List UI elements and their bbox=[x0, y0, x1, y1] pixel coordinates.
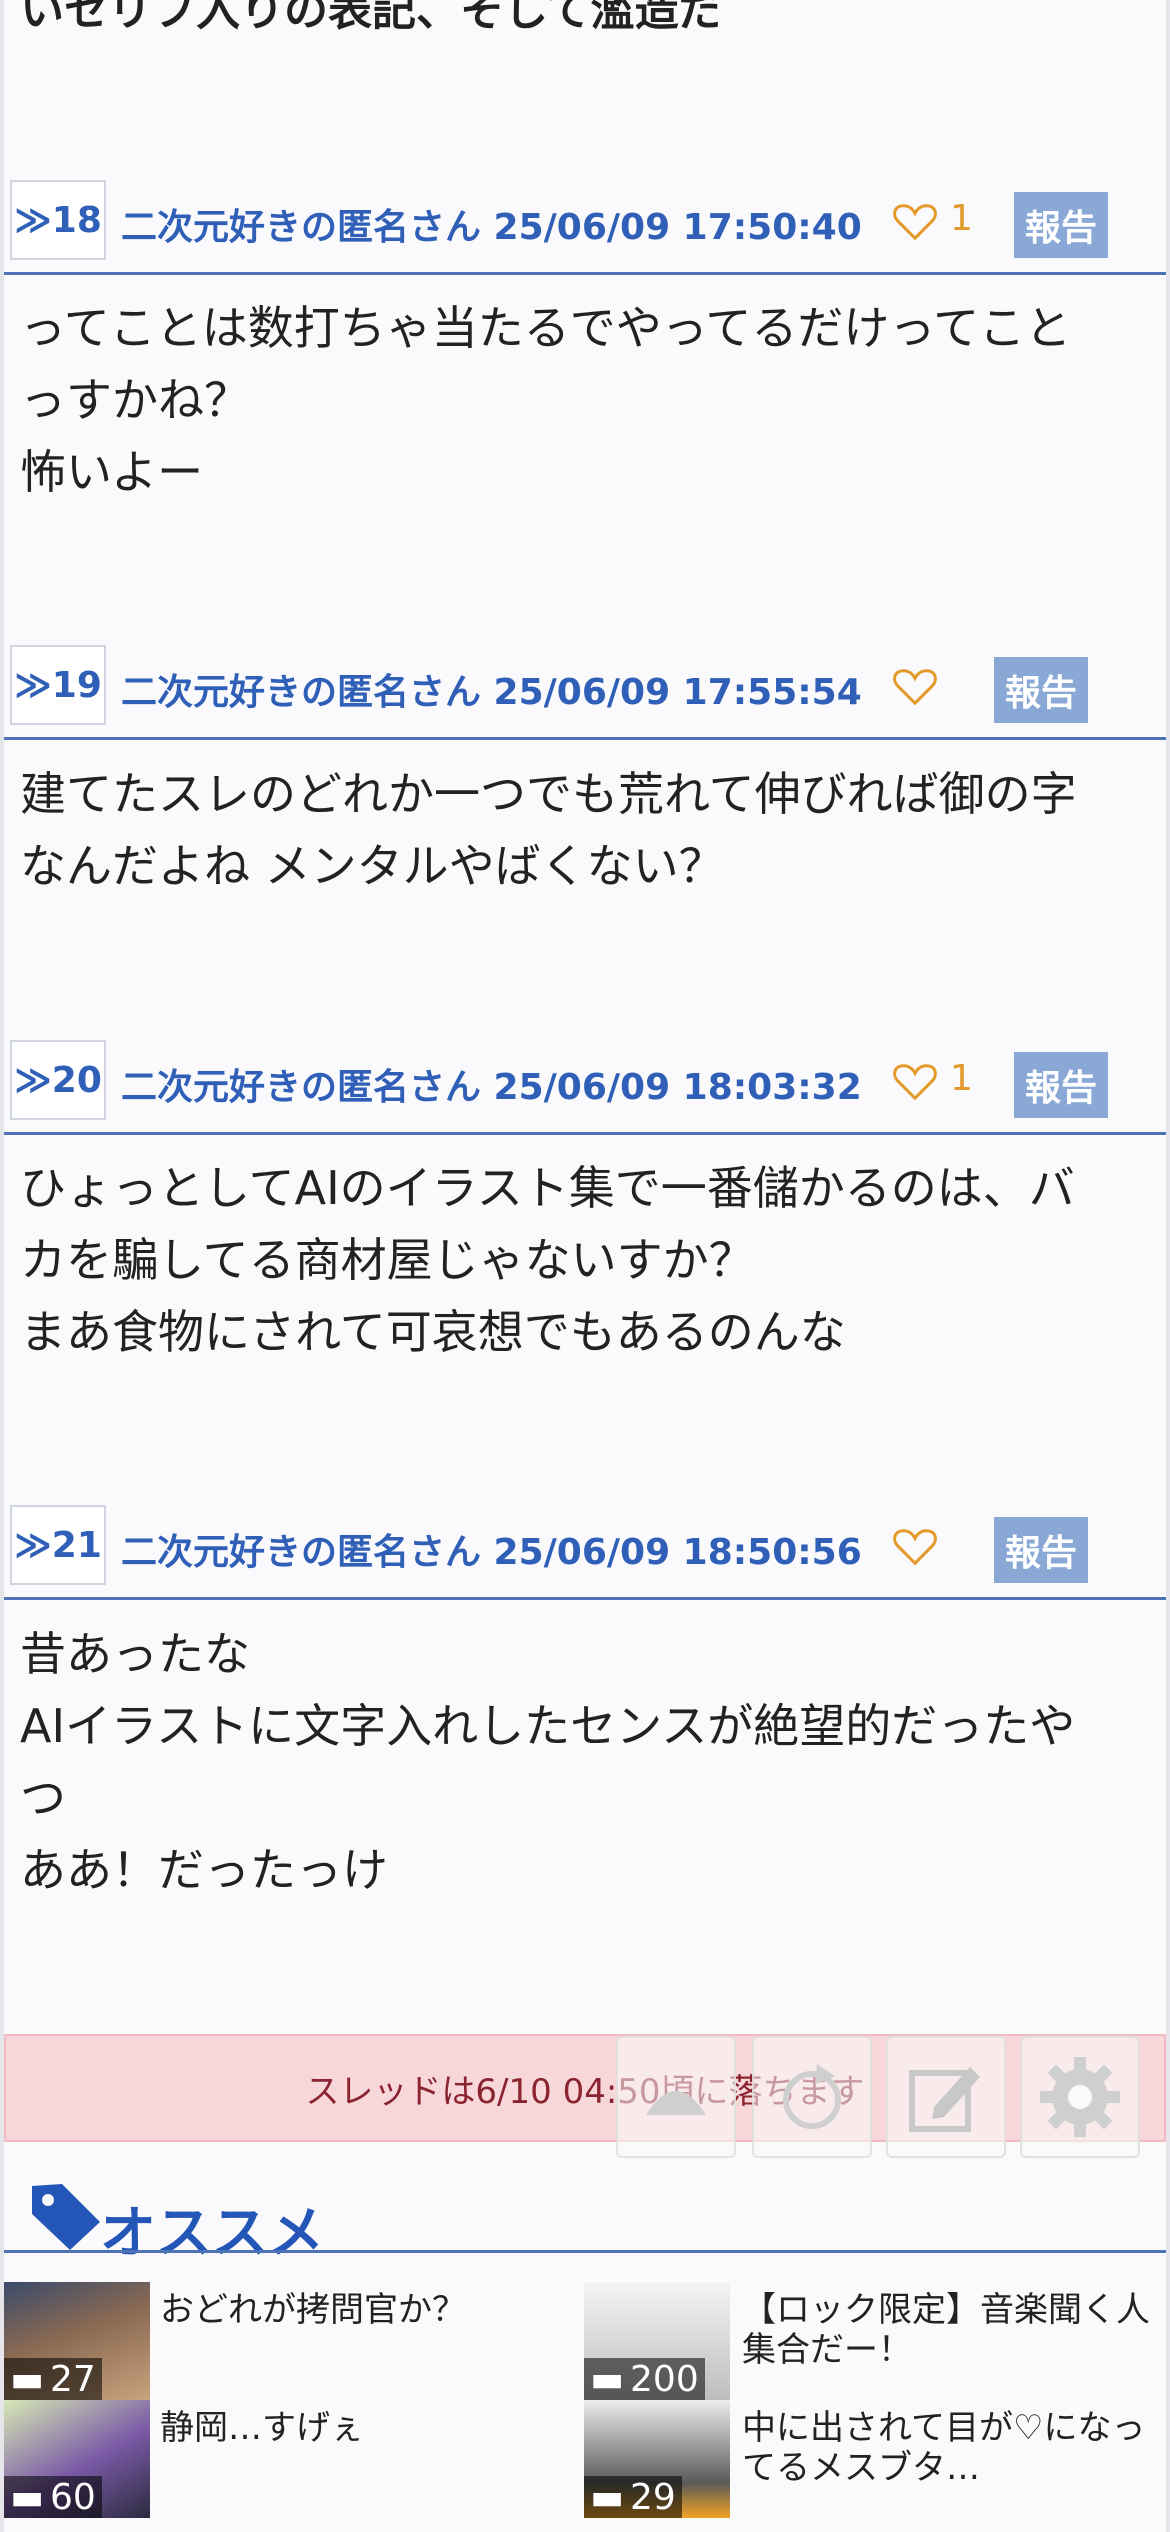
post-body: 建てたスレのどれか一つでも荒れて伸びれば御の字 なんだよね メンタルやばくない？ bbox=[20, 758, 1140, 902]
report-button[interactable]: 報告 bbox=[994, 1517, 1088, 1583]
comment-count: 27 bbox=[50, 2358, 96, 2400]
like-count: 1 bbox=[950, 1058, 973, 1099]
left-frame bbox=[0, 0, 4, 2532]
post-divider bbox=[4, 1132, 1166, 1135]
post-line: 建てたスレのどれか一つでも荒れて伸びれば御の字 bbox=[20, 767, 1077, 821]
post-line: つ bbox=[20, 1771, 66, 1825]
report-button[interactable]: 報告 bbox=[994, 657, 1088, 723]
post-number[interactable]: ≫18 bbox=[10, 180, 106, 260]
report-button[interactable]: 報告 bbox=[1014, 192, 1108, 258]
post-header: ≫18 二次元好きの匿名さん 25/06/09 17:50:40 1 報告 bbox=[8, 180, 1168, 270]
post-line: 昔あったな bbox=[20, 1627, 250, 1681]
thread-title-partial: いセリフ入りの表記、そして濫造だ bbox=[20, 0, 723, 36]
recommend-label: おどれが拷問官か？ bbox=[160, 2290, 466, 2330]
settings-button[interactable] bbox=[1020, 2036, 1140, 2158]
post-line: AIイラストに文字入れしたセンスが絶望的だったや bbox=[20, 1699, 1076, 1753]
post-number[interactable]: ≫20 bbox=[10, 1040, 106, 1120]
refresh-button[interactable] bbox=[752, 2036, 872, 2158]
comment-icon: ▬ bbox=[10, 2358, 45, 2400]
post-body: ひょっとしてAIのイラスト集で一番儲かるのは、バ カを騙してる商材屋じゃないすか… bbox=[20, 1152, 1140, 1368]
post-body: 昔あったな AIイラストに文字入れしたセンスが絶望的だったや つ ああ！だったっ… bbox=[20, 1618, 1140, 1906]
post-number[interactable]: ≫21 bbox=[10, 1505, 106, 1585]
thumbnail: ▬ 29 bbox=[584, 2400, 730, 2518]
post-line: 怖いよー bbox=[20, 445, 204, 499]
scroll-top-icon bbox=[646, 2091, 706, 2115]
comment-count: 29 bbox=[630, 2476, 676, 2518]
post-line: ああ！だったっけ bbox=[20, 1843, 388, 1897]
comment-count: 60 bbox=[50, 2476, 96, 2518]
post-line: ってことは数打ちゃ当たるでやってるだけってこと bbox=[20, 301, 1072, 355]
thumbnail: ▬ 200 bbox=[584, 2282, 730, 2400]
recommend-label: 中に出されて目が♡になってるメスブタ… bbox=[742, 2408, 1146, 2488]
comment-icon: ▬ bbox=[590, 2476, 625, 2518]
post-line: カを騙してる商材屋じゃないすか？ bbox=[20, 1233, 755, 1287]
recommend-divider bbox=[4, 2250, 1166, 2253]
post-author-date: 二次元好きの匿名さん 25/06/09 18:03:32 bbox=[121, 1067, 862, 1108]
comment-count: 200 bbox=[630, 2358, 699, 2400]
heart-icon[interactable] bbox=[892, 1060, 938, 1102]
comment-badge: ▬ 29 bbox=[584, 2476, 682, 2518]
post-divider bbox=[4, 272, 1166, 275]
heart-icon[interactable] bbox=[892, 200, 938, 242]
heart-icon[interactable] bbox=[892, 665, 938, 707]
compose-button[interactable] bbox=[886, 2036, 1006, 2158]
post-author-date: 二次元好きの匿名さん 25/06/09 17:55:54 bbox=[121, 672, 862, 713]
thumbnail: ▬ 27 bbox=[4, 2282, 150, 2400]
post-line: っすかね？ bbox=[20, 373, 250, 427]
recommend-title: オススメ bbox=[100, 2201, 324, 2266]
comment-icon: ▬ bbox=[10, 2476, 45, 2518]
post-header: ≫21 二次元好きの匿名さん 25/06/09 18:50:56 報告 bbox=[8, 1505, 1168, 1595]
scroll-top-button[interactable] bbox=[616, 2036, 736, 2158]
right-frame bbox=[1166, 0, 1170, 2532]
thumbnail: ▬ 60 bbox=[4, 2400, 150, 2518]
post-author-date: 二次元好きの匿名さん 25/06/09 18:50:56 bbox=[121, 1532, 862, 1573]
post-number[interactable]: ≫19 bbox=[10, 645, 106, 725]
post-author-date: 二次元好きの匿名さん 25/06/09 17:50:40 bbox=[121, 207, 862, 248]
heart-icon[interactable] bbox=[892, 1525, 938, 1567]
comment-badge: ▬ 27 bbox=[4, 2358, 102, 2400]
comment-icon: ▬ bbox=[590, 2358, 625, 2400]
post-divider bbox=[4, 737, 1166, 740]
comment-badge: ▬ 200 bbox=[584, 2358, 705, 2400]
post-body: ってことは数打ちゃ当たるでやってるだけってこと っすかね？ 怖いよー bbox=[20, 292, 1140, 508]
post-divider bbox=[4, 1597, 1166, 1600]
tag-icon bbox=[32, 2184, 100, 2250]
comment-badge: ▬ 60 bbox=[4, 2476, 102, 2518]
like-count: 1 bbox=[950, 198, 973, 239]
gear-icon bbox=[1040, 2057, 1120, 2137]
recommend-label: 【ロック限定】音楽聞く人集合だー！ bbox=[742, 2290, 1150, 2370]
refresh-icon bbox=[783, 2064, 841, 2129]
post-line: なんだよね メンタルやばくない？ bbox=[20, 839, 725, 893]
post-header: ≫20 二次元好きの匿名さん 25/06/09 18:03:32 1 報告 bbox=[8, 1040, 1168, 1130]
report-button[interactable]: 報告 bbox=[1014, 1052, 1108, 1118]
post-line: ひょっとしてAIのイラスト集で一番儲かるのは、バ bbox=[20, 1161, 1075, 1215]
recommend-label: 静岡…すげぇ bbox=[160, 2408, 364, 2448]
compose-icon bbox=[909, 2067, 980, 2132]
post-header: ≫19 二次元好きの匿名さん 25/06/09 17:55:54 報告 bbox=[8, 645, 1168, 735]
post-line: まあ食物にされて可哀想でもあるのんな bbox=[20, 1305, 846, 1359]
